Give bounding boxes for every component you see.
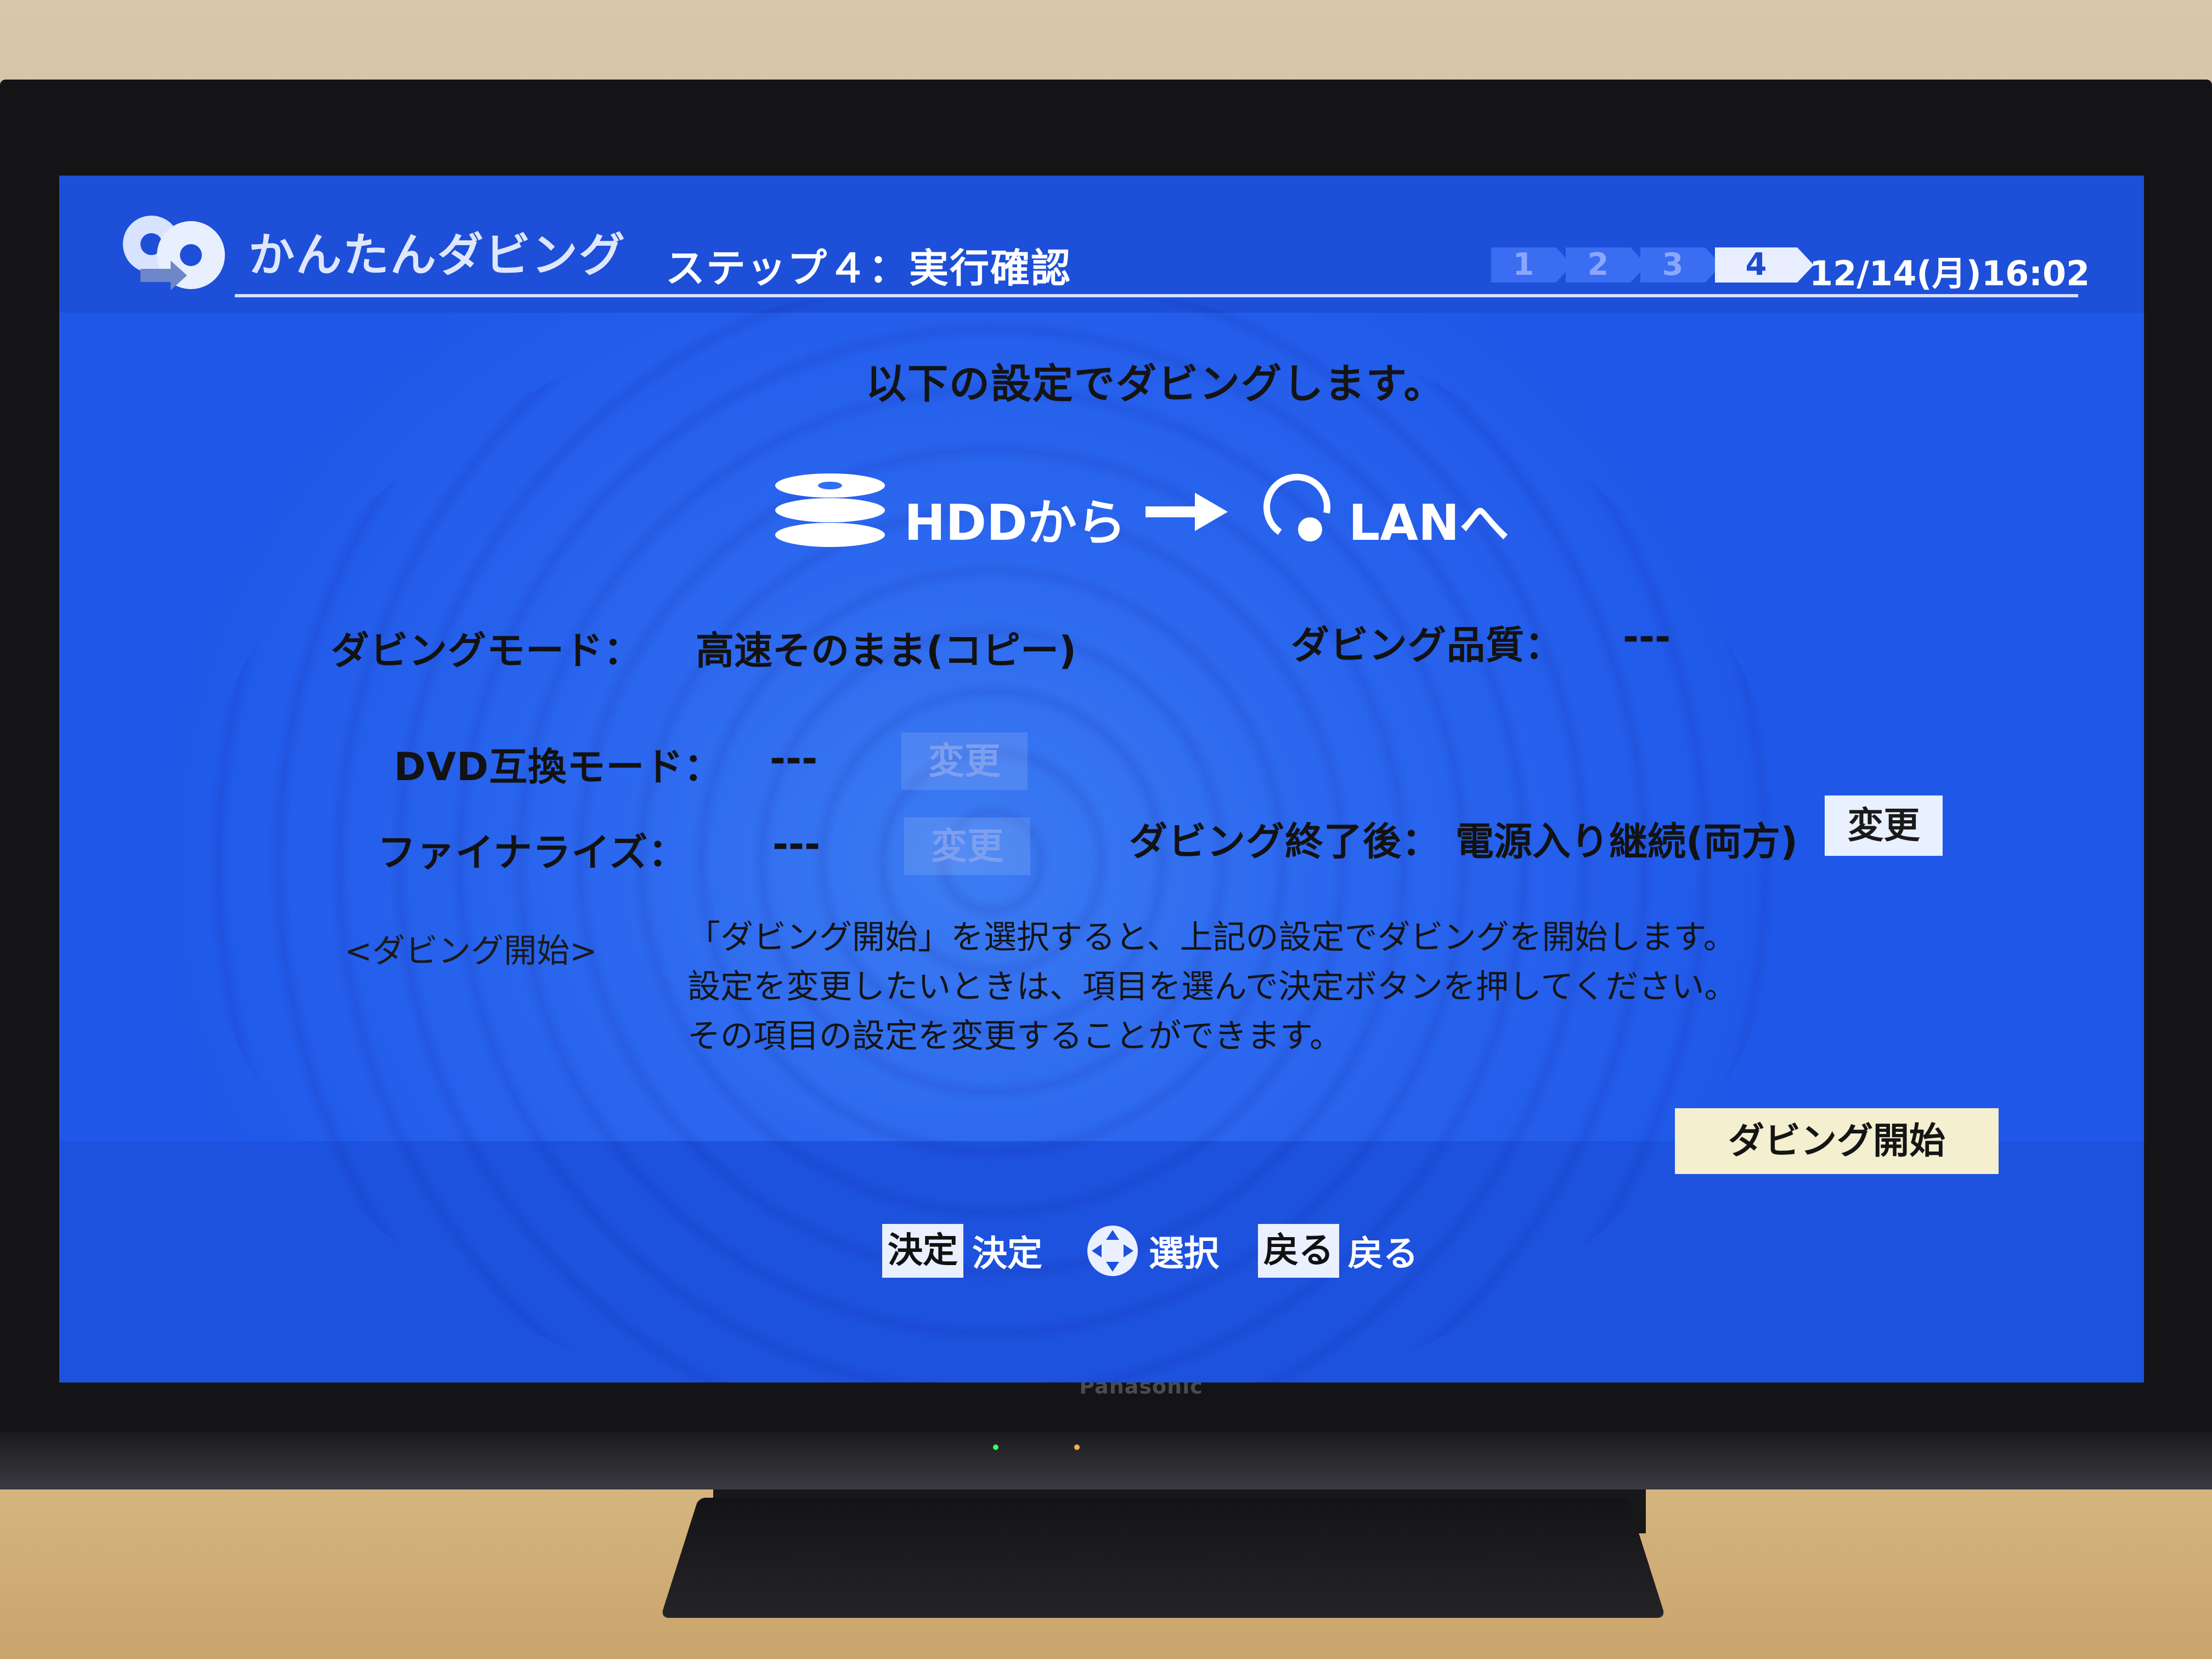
dubbing-quality-value: ---	[1623, 614, 1671, 659]
power-led-icon	[993, 1444, 998, 1450]
dubbing-mode-label: ダビングモード：	[331, 628, 642, 673]
dvd-mode-change-button[interactable]: 変更	[901, 732, 1028, 790]
hdd-stack-icon	[775, 473, 885, 547]
after-dubbing-change-button[interactable]: 変更	[1825, 795, 1943, 856]
note-line-2: 設定を変更したいときは、項目を選んで決定ボタンを押してください。	[687, 968, 1737, 1006]
tv-screen: かんたんダビング ステップ４：実行確認 1 2 3 4 12/14(月)16:0…	[59, 176, 2144, 1383]
finalize-label: ファイナライズ：	[377, 830, 687, 875]
note-heading: <ダビング開始>	[345, 932, 597, 970]
lan-icon	[1263, 473, 1330, 541]
dubbing-route: HDDから LANへ	[772, 461, 1595, 552]
dpad-icon	[1087, 1226, 1138, 1276]
destination-label: LANへ	[1348, 494, 1509, 552]
dvd-mode-value: ---	[770, 736, 818, 781]
finalize-change-button[interactable]: 変更	[904, 817, 1030, 875]
after-dubbing-label: ダビング終了後：	[1129, 819, 1441, 864]
dubbing-quality-label: ダビング品質：	[1291, 623, 1564, 668]
step-title: ステップ４：実行確認	[665, 245, 1072, 291]
enter-key-icon: 決定	[882, 1224, 963, 1278]
tv-stand-base	[660, 1497, 1666, 1618]
intro-message: 以下の設定でダビングします。	[866, 360, 1446, 408]
status-led-icon	[1074, 1444, 1080, 1450]
dubbing-disc-icon	[123, 216, 225, 290]
step-3: 3	[1640, 247, 1722, 283]
dvd-mode-label: DVD互換モード：	[394, 744, 723, 789]
step-4-active: 4	[1715, 247, 1814, 283]
legend-select: 選択	[1085, 1221, 1219, 1281]
enter-key-text: 決定	[972, 1234, 1042, 1274]
note-line-3: その項目の設定を変更することができます。	[687, 1017, 1342, 1056]
dubbing-mode-value[interactable]: 高速そのまま(コピー)	[696, 620, 1076, 675]
arrow-right-icon	[1146, 493, 1228, 531]
step-1: 1	[1491, 247, 1572, 283]
tv-bottom-bezel	[0, 1432, 2212, 1489]
step-2: 2	[1566, 247, 1647, 283]
start-dubbing-button[interactable]: ダビング開始	[1675, 1108, 1999, 1174]
app-title: かんたんダビング	[249, 228, 627, 282]
clock: 12/14(月)16:02	[1809, 253, 2090, 294]
source-label: HDDから	[904, 494, 1126, 552]
legend-back: 戻る 戻る	[1258, 1221, 1418, 1281]
back-key-icon: 戻る	[1258, 1224, 1339, 1278]
legend-enter: 決定 決定	[882, 1221, 1042, 1281]
select-key-text: 選択	[1149, 1234, 1219, 1274]
header-divider	[235, 294, 2078, 297]
back-key-text: 戻る	[1348, 1234, 1418, 1274]
after-dubbing-value: 電源入り継続(両方)	[1455, 819, 1798, 864]
step-indicator: 1 2 3 4	[1491, 246, 1814, 284]
note-line-1: 「ダビング開始」を選択すると、上記の設定でダビングを開始します。	[687, 918, 1736, 957]
finalize-value: ---	[772, 822, 821, 867]
